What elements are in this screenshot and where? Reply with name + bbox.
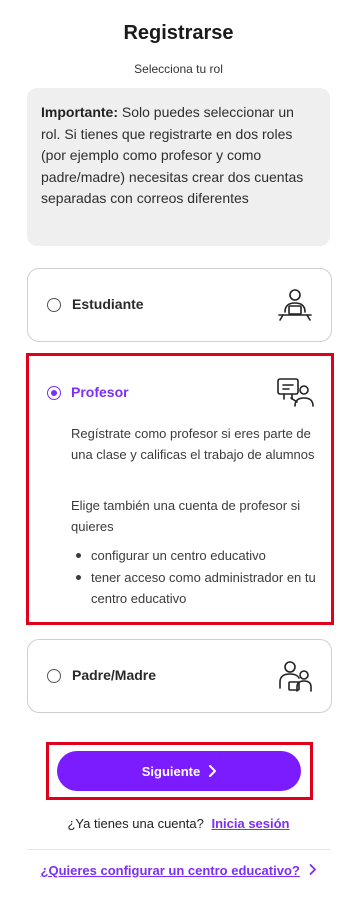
teacher-label: Profesor: [71, 384, 129, 400]
page-title: Registrarse: [123, 22, 234, 44]
bullet-item: configurar un centro educativo: [73, 545, 323, 566]
student-at-desk-icon: [278, 289, 312, 321]
role-option-teacher[interactable]: Profesor Regístrate como profesor si ere…: [26, 353, 334, 625]
chevron-right-icon: [310, 864, 317, 875]
student-radio[interactable]: [47, 298, 61, 312]
chevron-right-icon: [209, 765, 217, 777]
setup-school-link-text: ¿Quieres configurar un centro educativo?: [40, 863, 300, 878]
next-button[interactable]: Siguiente: [57, 751, 301, 791]
account-question: ¿Ya tienes una cuenta?: [67, 816, 204, 831]
bullet-item: tener acceso como administrador en tu ce…: [73, 567, 323, 609]
parent-label: Padre/Madre: [72, 667, 157, 683]
login-link[interactable]: Inicia sesión: [211, 816, 289, 831]
notice-bold: Importante:: [41, 104, 118, 120]
student-label: Estudiante: [72, 296, 144, 312]
teacher-bullets: configurar un centro educativo tener acc…: [73, 545, 323, 610]
parent-child-icon: [279, 661, 312, 692]
teacher-description: Regístrate como profesor si eres parte d…: [71, 426, 315, 462]
divider: [27, 849, 330, 850]
next-button-label: Siguiente: [141, 763, 201, 779]
teacher-extra: Elige también una cuenta de profesor si …: [71, 498, 301, 534]
parent-radio[interactable]: [47, 669, 61, 683]
teacher-radio[interactable]: [47, 386, 61, 400]
login-prompt: ¿Ya tienes una cuenta? Inicia sesión: [0, 816, 357, 831]
next-button-highlight: Siguiente: [46, 742, 313, 800]
role-option-parent[interactable]: Padre/Madre: [27, 639, 332, 713]
setup-school-link[interactable]: ¿Quieres configurar un centro educativo?: [0, 863, 357, 878]
page-subtitle: Selecciona tu rol: [134, 62, 223, 76]
role-option-student[interactable]: Estudiante: [27, 268, 332, 342]
important-notice: Importante: Solo puedes seleccionar un r…: [27, 88, 330, 246]
teacher-board-icon: [277, 378, 314, 407]
